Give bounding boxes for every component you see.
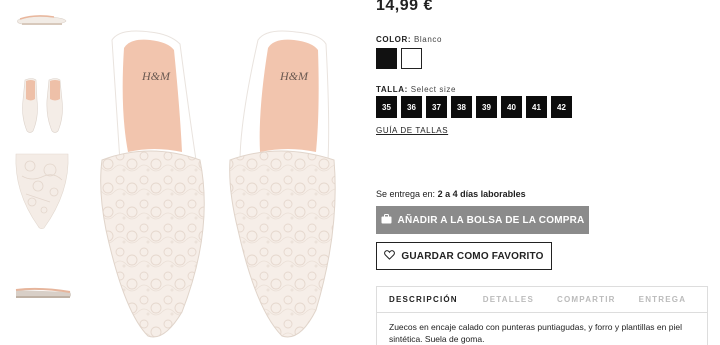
add-to-bag-label: AÑADIR A LA BOLSA DE LA COMPRA: [397, 214, 585, 226]
color-selector-label: COLOR: Blanco: [376, 35, 442, 44]
product-info-tabs: DESCRIPCIÓN DETALLES COMPARTIR ENTREGA Z…: [376, 286, 708, 345]
brand-logo-left: H&M: [141, 69, 171, 83]
save-favorite-button[interactable]: GUARDAR COMO FAVORITO: [376, 242, 552, 270]
thumbnail-top-view[interactable]: [10, 75, 76, 135]
size-option-37[interactable]: 37: [426, 96, 447, 118]
delivery-info: Se entrega en: 2 a 4 días laborables: [376, 189, 526, 199]
size-label: TALLA:: [376, 85, 408, 94]
delivery-value: 2 a 4 días laborables: [437, 189, 526, 199]
size-option-35[interactable]: 35: [376, 96, 397, 118]
size-option-41[interactable]: 41: [526, 96, 547, 118]
color-label: COLOR:: [376, 35, 412, 44]
product-price: 14,99 €: [376, 0, 433, 14]
tab-bar: DESCRIPCIÓN DETALLES COMPARTIR ENTREGA: [377, 287, 707, 313]
color-swatches: [376, 48, 422, 69]
color-swatch-negro[interactable]: [376, 48, 397, 69]
size-option-38[interactable]: 38: [451, 96, 472, 118]
size-option-39[interactable]: 39: [476, 96, 497, 118]
product-main-image[interactable]: H&M H&M: [90, 30, 352, 345]
color-value: Blanco: [413, 35, 443, 44]
tab-descripcion[interactable]: DESCRIPCIÓN: [377, 287, 470, 312]
tab-detalles[interactable]: DETALLES: [470, 287, 544, 312]
thumbnail-lace-detail[interactable]: [10, 152, 76, 232]
left-shoe: H&M: [100, 30, 205, 338]
bag-icon: [381, 213, 392, 227]
thumbnail-side-view[interactable]: [10, 4, 76, 28]
delivery-prefix: Se entrega en:: [376, 189, 436, 199]
size-option-36[interactable]: 36: [401, 96, 422, 118]
thumbnail-sole-view[interactable]: [10, 282, 76, 306]
color-swatch-blanco[interactable]: [401, 48, 422, 69]
heart-icon: [384, 249, 396, 263]
add-to-bag-button[interactable]: AÑADIR A LA BOLSA DE LA COMPRA: [376, 206, 589, 234]
size-guide-link[interactable]: GUÍA DE TALLAS: [376, 126, 448, 135]
size-option-42[interactable]: 42: [551, 96, 572, 118]
size-placeholder: Select size: [410, 85, 457, 94]
tab-entrega[interactable]: ENTREGA: [626, 287, 697, 312]
tab-compartir[interactable]: COMPARTIR: [544, 287, 626, 312]
brand-logo-right: H&M: [279, 69, 309, 83]
size-selector-label: TALLA: Select size: [376, 85, 456, 94]
size-options: 35 36 37 38 39 40 41 42: [376, 96, 572, 118]
product-description: Zuecos en encaje calado con punteras pun…: [389, 322, 682, 344]
right-shoe: H&M: [229, 30, 336, 338]
size-option-40[interactable]: 40: [501, 96, 522, 118]
save-favorite-label: GUARDAR COMO FAVORITO: [401, 250, 544, 262]
